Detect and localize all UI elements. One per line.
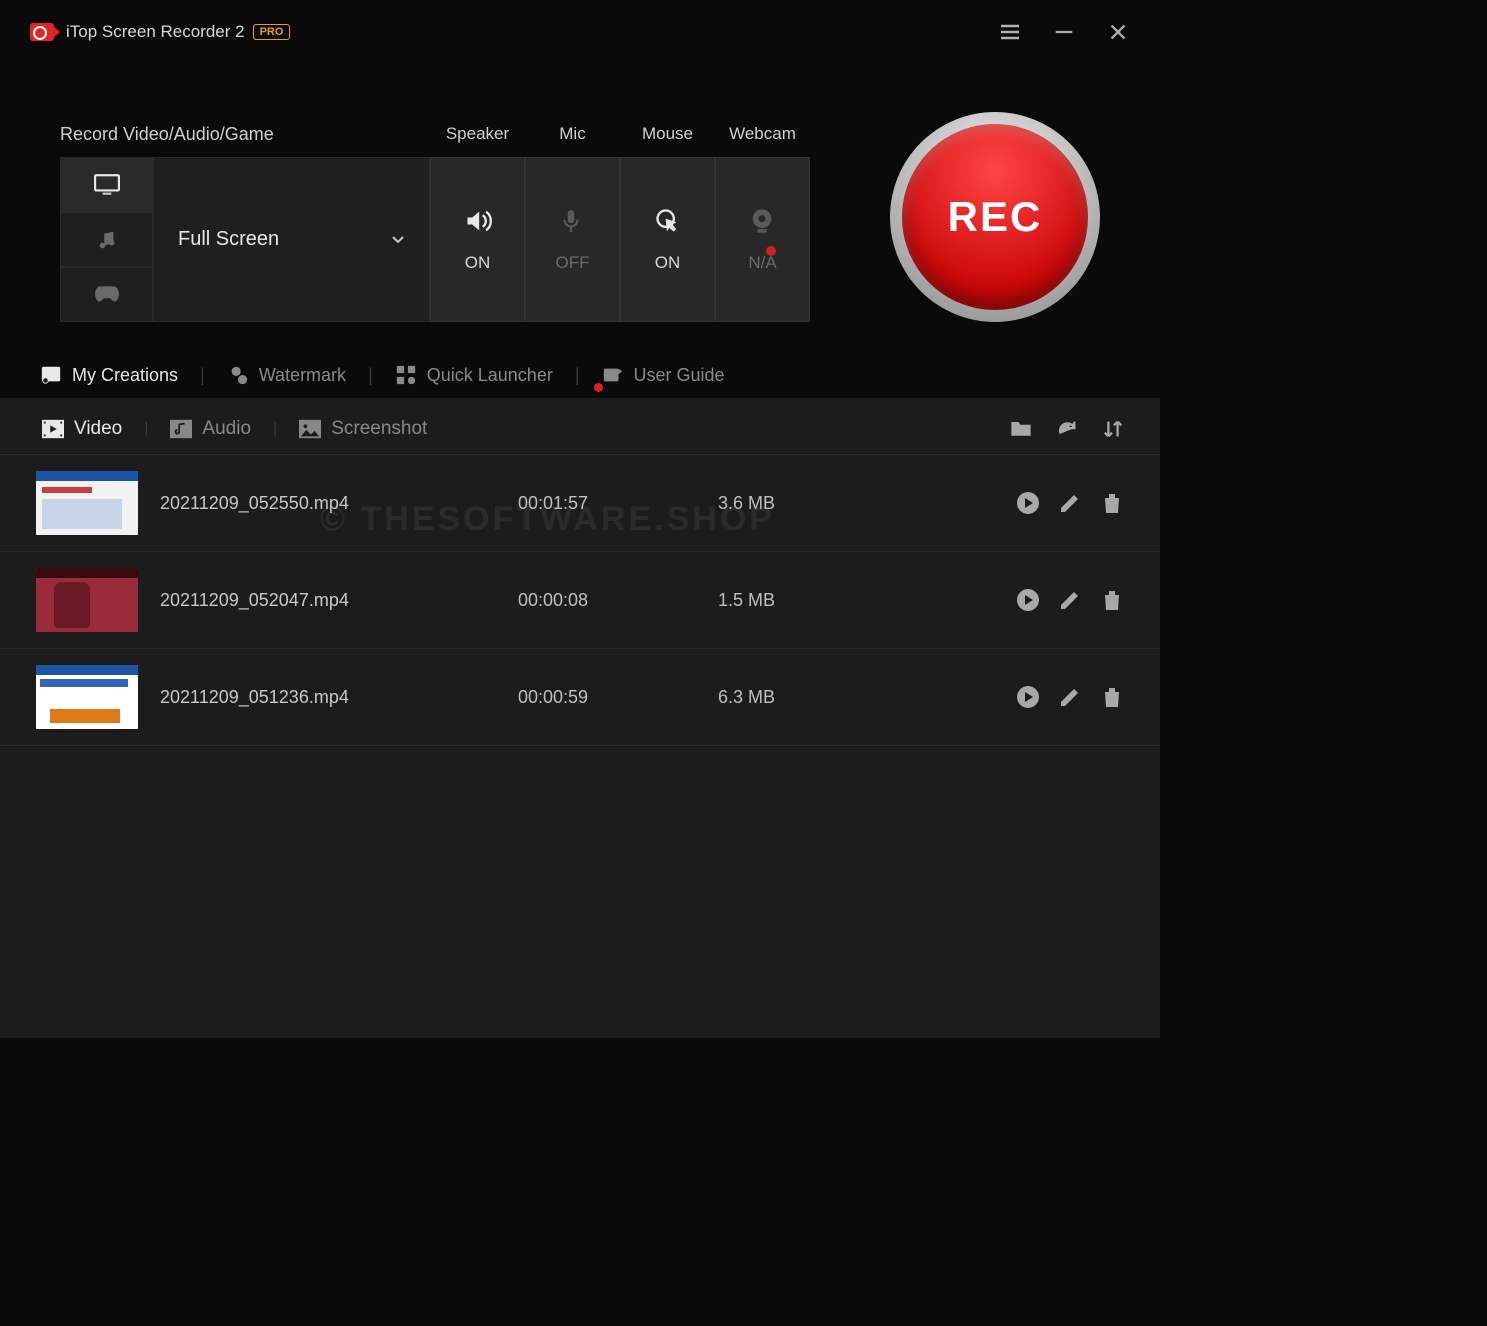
speaker-icon [463,207,493,235]
mic-icon [558,207,588,235]
watermark-tab[interactable]: Watermark [217,358,356,392]
watermark-label: Watermark [259,365,346,386]
webcam-status: N/A [748,253,776,273]
speaker-header: Speaker [430,124,525,157]
file-duration: 00:00:59 [518,687,718,708]
guide-icon [602,364,624,386]
user-guide-label: User Guide [634,365,725,386]
edit-button[interactable] [1058,685,1082,709]
launcher-icon [395,364,417,386]
nav-separator: | [364,365,377,386]
record-label: REC [948,193,1043,241]
gamepad-icon [94,284,120,306]
file-size: 1.5 MB [718,590,1016,611]
source-audio-tab[interactable] [60,212,153,267]
screenshot-filter-label: Screenshot [331,418,427,440]
quick-launcher-tab[interactable]: Quick Launcher [385,358,563,392]
open-folder-button[interactable] [1010,418,1032,440]
source-game-tab[interactable] [60,267,153,322]
file-name: 20211209_052047.mp4 [138,590,518,611]
cursor-click-icon [653,207,683,235]
edit-button[interactable] [1058,588,1082,612]
file-name: 20211209_051236.mp4 [138,687,518,708]
app-title: iTop Screen Recorder 2 [66,22,245,42]
notification-dot-icon [594,383,603,392]
file-thumbnail [36,665,138,729]
sort-button[interactable] [1102,418,1124,440]
delete-button[interactable] [1100,588,1124,612]
nav-separator: | [571,365,584,386]
delete-button[interactable] [1100,491,1124,515]
file-thumbnail [36,471,138,535]
play-button[interactable] [1016,588,1040,612]
video-filter-label: Video [74,418,122,440]
close-button[interactable] [1106,20,1130,44]
minimize-button[interactable] [1052,20,1076,44]
mouse-header: Mouse [620,124,715,157]
webcam-header: Webcam [715,124,810,157]
screenshot-filter-tab[interactable]: Screenshot [293,416,433,442]
tab-separator: | [144,420,148,438]
film-icon [42,419,64,439]
file-row[interactable]: 20211209_052550.mp4 00:01:57 3.6 MB [0,455,1160,552]
mouse-status: ON [655,253,681,273]
file-list-panel: Video | Audio | Screenshot [0,398,1160,1038]
main-panel: Record Video/Audio/Game Speaker Mic Mous… [0,64,1160,352]
file-row[interactable]: 20211209_052047.mp4 00:00:08 1.5 MB [0,552,1160,649]
record-config: Record Video/Audio/Game Speaker Mic Mous… [60,124,840,322]
tab-separator: | [273,420,277,438]
file-row[interactable]: 20211209_051236.mp4 00:00:59 6.3 MB [0,649,1160,746]
mic-toggle[interactable]: OFF [525,157,620,322]
monitor-icon [94,174,120,196]
my-creations-label: My Creations [72,365,178,386]
play-button[interactable] [1016,491,1040,515]
webcam-icon [748,207,778,235]
file-size: 3.6 MB [718,493,1016,514]
edit-button[interactable] [1058,491,1082,515]
webcam-toggle[interactable]: N/A [715,157,810,322]
mic-status: OFF [556,253,590,273]
nav-separator: | [196,365,209,386]
speaker-toggle[interactable]: ON [430,157,525,322]
file-size: 6.3 MB [718,687,1016,708]
record-button[interactable]: REC [902,124,1088,310]
play-button[interactable] [1016,685,1040,709]
file-duration: 00:01:57 [518,493,718,514]
chevron-down-icon [391,233,405,247]
video-filter-tab[interactable]: Video [36,416,128,442]
creations-icon [40,364,62,386]
app-logo-icon [30,23,54,41]
audio-filter-tab[interactable]: Audio [164,416,257,442]
file-duration: 00:00:08 [518,590,718,611]
menu-button[interactable] [998,20,1022,44]
record-button-wrap: REC [890,112,1100,322]
image-icon [299,419,321,439]
my-creations-tab[interactable]: My Creations [30,358,188,392]
webcam-disabled-dot-icon [766,246,776,256]
region-label: Full Screen [178,228,391,251]
mid-nav: My Creations | Watermark | Quick Launche… [0,352,1160,398]
source-screen-tab[interactable] [60,157,153,212]
user-guide-tab[interactable]: User Guide [592,358,735,392]
refresh-button[interactable] [1056,418,1078,440]
speaker-status: ON [465,253,491,273]
config-heading: Record Video/Audio/Game [60,124,430,157]
file-name: 20211209_052550.mp4 [138,493,518,514]
delete-button[interactable] [1100,685,1124,709]
mouse-toggle[interactable]: ON [620,157,715,322]
file-thumbnail [36,568,138,632]
music-icon [94,229,120,251]
pro-badge: PRO [253,24,291,40]
title-bar: iTop Screen Recorder 2 PRO [0,0,1160,64]
audio-file-icon [170,419,192,439]
quick-launcher-label: Quick Launcher [427,365,553,386]
mic-header: Mic [525,124,620,157]
region-select[interactable]: Full Screen [153,157,430,322]
audio-filter-label: Audio [202,418,251,440]
watermark-icon [227,364,249,386]
